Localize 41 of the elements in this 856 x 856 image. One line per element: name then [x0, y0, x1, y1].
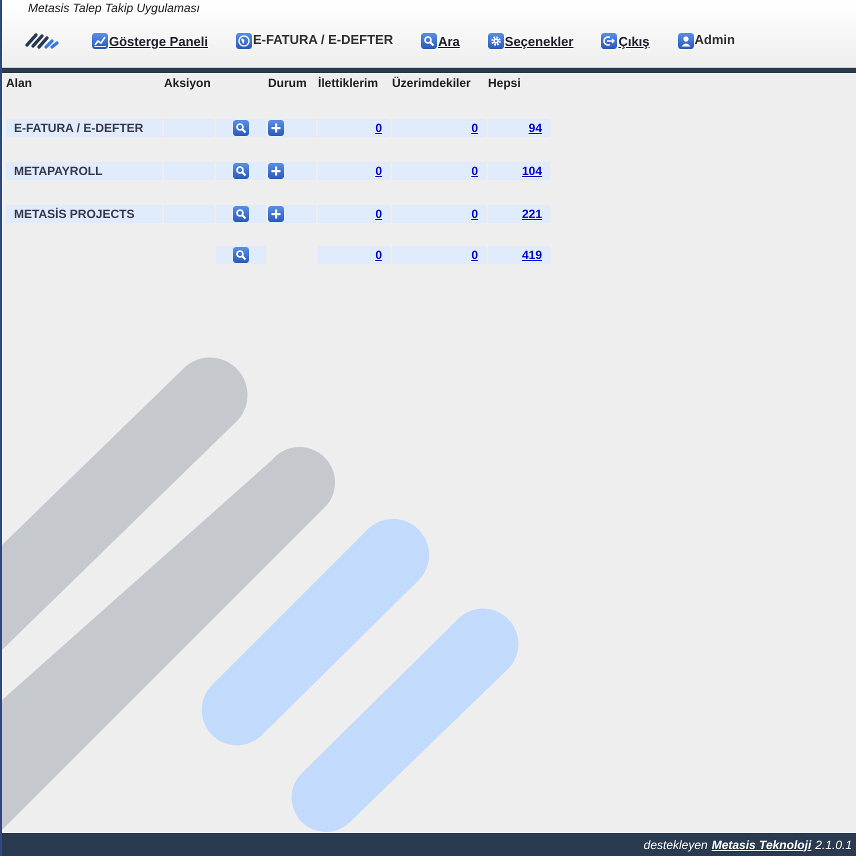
- user-icon: [678, 33, 694, 49]
- count-link[interactable]: 0: [375, 121, 382, 135]
- column-header: Alan: [6, 76, 34, 92]
- area-name-cell: METAPAYROLL: [6, 162, 162, 180]
- search-icon: [421, 33, 438, 49]
- count-link[interactable]: 0: [471, 207, 478, 221]
- count-link[interactable]: 0: [471, 248, 478, 262]
- nav-link[interactable]: E-FATURA / E-DEFTER: [236, 33, 394, 49]
- column-header: Aksiyon: [164, 76, 212, 92]
- add-icon[interactable]: [268, 163, 284, 179]
- area-name-cell: E-FATURA / E-DEFTER: [6, 119, 162, 137]
- search-icon[interactable]: [233, 206, 249, 222]
- version-text: 2.1.0.1: [815, 838, 852, 852]
- column-header: Durum: [268, 76, 308, 92]
- nav-link[interactable]: Admin: [678, 33, 735, 49]
- column-header: İlettiklerim: [318, 76, 380, 92]
- nav-link[interactable]: Çıkış: [601, 33, 650, 49]
- search-icon[interactable]: [233, 120, 249, 136]
- footer-text: destekleyen: [644, 838, 708, 852]
- app-title: Metasis Talep Takip Uygulaması: [28, 1, 200, 15]
- count-link[interactable]: 0: [375, 164, 382, 178]
- count-link[interactable]: 0: [471, 121, 478, 135]
- globe-icon: [236, 33, 252, 49]
- area-name-cell: METASİS PROJECTS: [6, 205, 162, 223]
- settings-icon: [488, 33, 504, 49]
- search-icon[interactable]: [233, 163, 249, 179]
- add-icon[interactable]: [268, 120, 284, 136]
- count-link[interactable]: 0: [375, 207, 382, 221]
- add-icon[interactable]: [268, 206, 284, 222]
- nav-link[interactable]: Ara: [421, 33, 460, 49]
- column-header: Üzerimdekiler: [392, 76, 472, 92]
- count-link[interactable]: 0: [471, 164, 478, 178]
- column-header: Hepsi: [488, 76, 522, 92]
- company-link[interactable]: Metasis Teknoloji: [712, 838, 812, 852]
- nav-link[interactable]: Seçenekler: [488, 33, 574, 49]
- search-icon[interactable]: [233, 247, 249, 263]
- count-link[interactable]: 0: [375, 248, 382, 262]
- chart-icon: [92, 33, 108, 49]
- exit-icon: [601, 33, 618, 49]
- count-link[interactable]: 94: [528, 121, 542, 135]
- nav-link[interactable]: Gösterge Paneli: [92, 33, 208, 49]
